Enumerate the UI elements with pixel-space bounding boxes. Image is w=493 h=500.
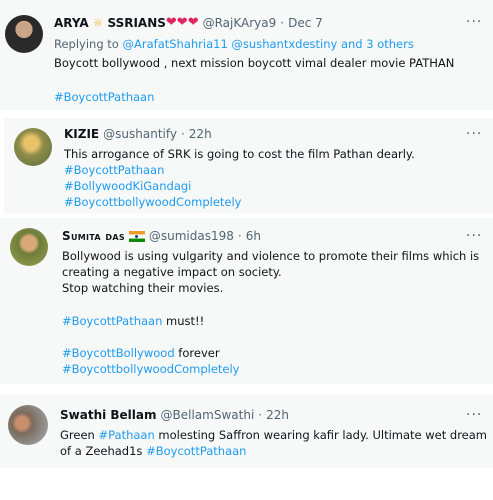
timestamp[interactable]: 22h [189, 127, 212, 141]
tweet-text-fragment: molesting Saffron wearing kafir lady. Ul… [154, 428, 488, 442]
hands-emoji-icon: ☼ [92, 15, 104, 30]
india-flag-icon [128, 230, 145, 242]
hashtag-link[interactable]: #BoycottPathaan [64, 163, 164, 177]
hashtag-link[interactable]: #BoycottbollywoodCompletely [62, 362, 239, 376]
separator-dot: · [258, 408, 263, 422]
display-name-suffix[interactable]: SSRIANS [107, 16, 165, 30]
tweet-text: Green #Pathaan molesting Saffron wearing… [60, 428, 487, 442]
tweet-text: This arrogance of SRK is going to cost t… [64, 147, 415, 161]
more-options-icon[interactable]: ··· [466, 228, 482, 244]
hashtag-link[interactable]: #BoycottBollywood [62, 346, 175, 360]
user-handle[interactable]: @sushantify [103, 127, 177, 141]
display-name[interactable]: Sumita das [62, 229, 125, 243]
hashtag-link[interactable]: #BoycottPathaan [54, 90, 154, 104]
tweet-text: creating a negative impact on society. [62, 265, 282, 279]
more-options-icon[interactable]: ··· [466, 126, 482, 142]
more-options-icon[interactable]: ··· [466, 407, 482, 423]
display-name[interactable]: Swathi Bellam [60, 408, 157, 422]
reply-prefix: Replying to [54, 37, 119, 51]
user-handle[interactable]: @BellamSwathi [161, 408, 255, 422]
hashtag-link[interactable]: #BoycottbollywoodCompletely [64, 195, 241, 209]
tweet-card[interactable]: ARYA ☼ SSRIANS ❤❤❤ @RajKArya9 · Dec 7 ··… [0, 0, 493, 110]
hashtag-link[interactable]: #Pathaan [98, 428, 154, 442]
heart-emoji-icon: ❤❤❤ [165, 15, 199, 30]
display-name[interactable]: ARYA [54, 16, 89, 30]
reply-context: Replying to @ArafatShahria11 @sushantxde… [54, 37, 414, 51]
separator-dot: · [280, 15, 285, 30]
avatar[interactable] [14, 128, 52, 166]
avatar[interactable] [5, 15, 43, 53]
user-handle[interactable]: @sumidas198 [149, 229, 234, 243]
reply-to-link[interactable]: @ArafatShahria11 @sushantxdestiny and 3 … [123, 37, 414, 51]
display-name[interactable]: KIZIE [64, 127, 99, 141]
separator-dot: · [237, 229, 242, 243]
avatar[interactable] [8, 405, 48, 445]
timestamp[interactable]: 22h [266, 408, 289, 422]
separator-dot: · [180, 127, 185, 141]
timestamp[interactable]: 6h [246, 229, 261, 243]
tweet-text: of a Zeehad1s #BoycottPathaan [60, 444, 246, 458]
tweet-text-fragment: Green [60, 428, 99, 442]
timestamp[interactable]: Dec 7 [288, 16, 323, 30]
avatar[interactable] [10, 228, 48, 266]
hashtag-link[interactable]: #BoycottPathaan [62, 314, 162, 328]
hashtag-link[interactable]: #BoycottPathaan [146, 444, 246, 458]
tweet-text: #BoycottPathaan must!! [62, 314, 204, 328]
tweet-text-fragment: must!! [162, 314, 205, 328]
tweet-text: Boycott bollywood , next mission boycott… [54, 56, 455, 70]
tweet-text: Stop watching their movies. [62, 281, 224, 295]
user-handle[interactable]: @RajKArya9 [203, 16, 277, 30]
hashtag-link[interactable]: #BollywoodKiGandagi [64, 179, 191, 193]
tweet-text-fragment: of a Zeehad1s [60, 444, 147, 458]
tweet-text-fragment: forever [174, 346, 220, 360]
more-options-icon[interactable]: ··· [466, 14, 482, 30]
tweet-text: Bollywood is using vulgarity and violenc… [62, 249, 480, 263]
tweet-text: #BoycottBollywood forever [62, 346, 220, 360]
